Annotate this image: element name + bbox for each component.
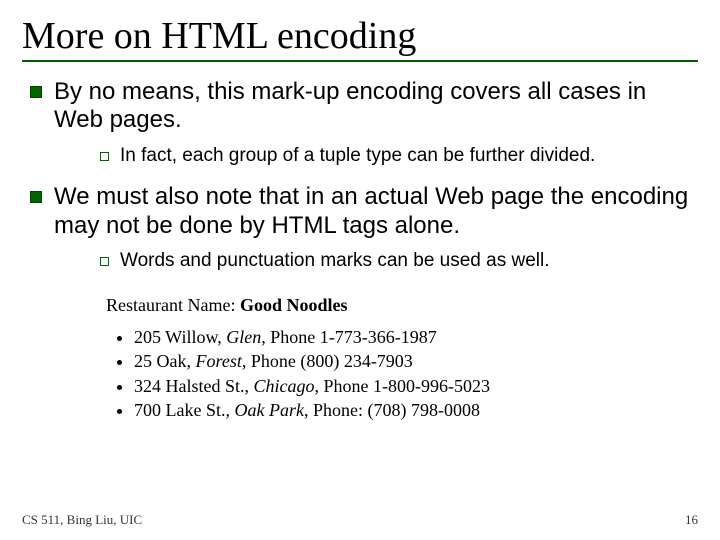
example-addr: 324 Halsted St., [134,376,254,396]
footer-left: CS 511, Bing Liu, UIC [22,512,142,528]
bullet-text: We must also note that in an actual Web … [54,183,688,238]
slide-title: More on HTML encoding [22,14,698,62]
sub-bullet-list: Words and punctuation marks can be used … [96,250,698,273]
example-header-value: Good Noodles [240,295,348,315]
example-header-label: Restaurant Name: [106,295,240,315]
example-header: Restaurant Name: Good Noodles [106,293,634,317]
example-list: 205 Willow, Glen, Phone 1-773-366-1987 2… [134,325,634,422]
example-row: 324 Halsted St., Chicago, Phone 1-800-99… [134,374,634,398]
example-city: Chicago [254,376,315,396]
example-row: 205 Willow, Glen, Phone 1-773-366-1987 [134,325,634,349]
example-addr: 25 Oak, [134,351,196,371]
example-city: Forest [196,351,242,371]
bullet-item: By no means, this mark-up encoding cover… [22,78,698,167]
example-phone: , Phone 1-800-996-5023 [315,376,490,396]
example-city: Oak Park [235,400,304,420]
example-phone: , Phone 1-773-366-1987 [261,327,436,347]
bullet-item: We must also note that in an actual Web … [22,183,698,272]
example-phone: , Phone (800) 234-7903 [242,351,413,371]
example-addr: 205 Willow, [134,327,226,347]
sub-bullet-text: Words and punctuation marks can be used … [120,250,550,271]
bullet-text: By no means, this mark-up encoding cover… [54,78,646,133]
sub-bullet-item: Words and punctuation marks can be used … [96,250,698,273]
example-box: Restaurant Name: Good Noodles 205 Willow… [100,289,640,426]
example-row: 25 Oak, Forest, Phone (800) 234-7903 [134,349,634,373]
sub-bullet-text: In fact, each group of a tuple type can … [120,145,595,166]
sub-bullet-list: In fact, each group of a tuple type can … [96,145,698,168]
example-phone: , Phone: (708) 798-0008 [304,400,480,420]
example-row: 700 Lake St., Oak Park, Phone: (708) 798… [134,398,634,422]
slide: More on HTML encoding By no means, this … [0,0,720,540]
example-addr: 700 Lake St., [134,400,235,420]
bullet-list: By no means, this mark-up encoding cover… [22,78,698,273]
sub-bullet-item: In fact, each group of a tuple type can … [96,145,698,168]
footer-page-number: 16 [685,512,698,528]
example-city: Glen [226,327,261,347]
